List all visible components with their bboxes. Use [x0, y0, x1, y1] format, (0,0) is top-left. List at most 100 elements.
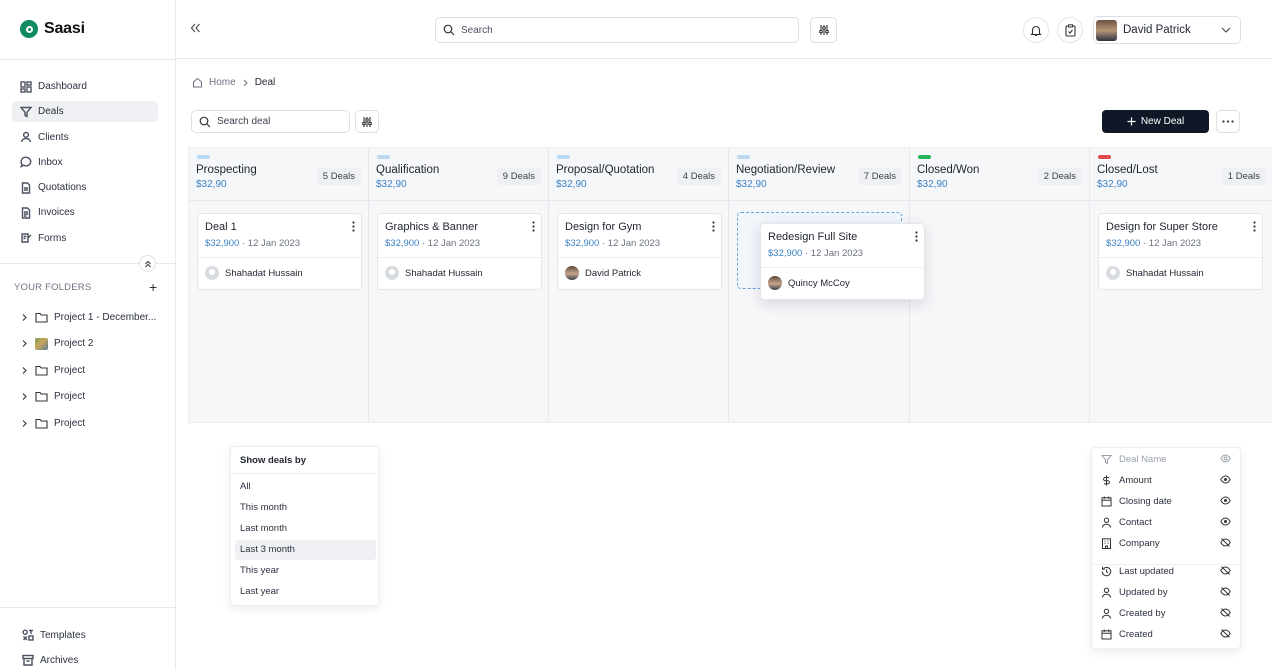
chevron-right-icon[interactable] — [20, 339, 29, 348]
deal-card-dragging[interactable]: Redesign Full Site $32,900 · 12 Jan 2023… — [760, 223, 925, 300]
search-input[interactable] — [461, 24, 781, 36]
deal-card[interactable]: Design for Gym $32,900 · 12 Jan 2023 Dav… — [557, 213, 722, 290]
clipboard-icon — [1064, 23, 1076, 37]
eye-off-icon[interactable] — [1220, 628, 1231, 639]
dropdown-option-selected[interactable]: Last 3 month — [235, 540, 376, 560]
field-item-created[interactable]: Created — [1092, 625, 1240, 643]
column-header[interactable]: Proposal/Quotation $32,90 4 Deals — [549, 148, 728, 201]
user-icon — [1101, 517, 1112, 528]
column-amount: $32,90 — [376, 179, 407, 190]
eye-off-icon[interactable] — [1220, 586, 1231, 597]
sidebar-item-inbox[interactable]: Inbox — [12, 152, 158, 173]
folder-item[interactable]: Project — [20, 414, 170, 432]
field-item-updated-by[interactable]: Updated by — [1092, 583, 1240, 601]
deal-date: · 12 Jan 2023 — [601, 238, 661, 249]
stage-color-bar — [737, 155, 750, 159]
eye-off-icon[interactable] — [1220, 607, 1231, 618]
column-header[interactable]: Prospecting $32,90 5 Deals — [189, 148, 368, 201]
stage-color-bar — [918, 155, 931, 159]
sidebar-item-forms[interactable]: Forms — [12, 228, 158, 249]
sidebar-item-templates[interactable]: Templates — [22, 627, 86, 643]
deal-search-input[interactable] — [217, 116, 342, 127]
field-item-last-updated[interactable]: Last updated — [1092, 562, 1240, 580]
chevron-right-icon[interactable] — [20, 419, 29, 428]
chevron-right-icon[interactable] — [20, 313, 29, 322]
folder-label: Project — [54, 364, 86, 376]
field-label: Amount — [1119, 474, 1152, 486]
deal-owner: Quincy McCoy — [768, 276, 850, 290]
new-deal-label: New Deal — [1140, 116, 1185, 127]
field-item-company[interactable]: Company — [1092, 534, 1240, 552]
deal-filter-button[interactable] — [355, 110, 379, 133]
folder-item[interactable]: Project — [20, 388, 170, 406]
chevron-right-icon[interactable] — [20, 366, 29, 375]
eye-icon[interactable] — [1220, 516, 1231, 527]
field-item-deal-name[interactable]: Deal Name — [1092, 450, 1240, 468]
avatar — [1096, 19, 1117, 41]
kebab-menu-icon[interactable] — [352, 221, 355, 232]
field-item-amount[interactable]: Amount — [1092, 471, 1240, 489]
home-icon[interactable] — [192, 77, 203, 88]
dropdown-option[interactable]: This month — [235, 498, 376, 518]
global-filter-button[interactable] — [810, 17, 837, 43]
deal-card[interactable]: Deal 1 $32,900 · 12 Jan 2023 Shahadat Hu… — [197, 213, 362, 290]
card-divider — [558, 257, 721, 258]
sidebar-bottom-nav: Templates Archives — [22, 627, 86, 670]
deal-owner: Shahadat Hussain — [205, 266, 303, 280]
sidebar-item-invoices[interactable]: Invoices — [12, 202, 158, 223]
collapse-sidebar-button[interactable] — [190, 23, 201, 33]
folder-label: Project — [54, 391, 86, 402]
field-item-closing-date[interactable]: Closing date — [1092, 492, 1240, 510]
tasks-button[interactable] — [1057, 17, 1083, 43]
deal-search[interactable] — [191, 110, 350, 133]
field-item-contact[interactable]: Contact — [1092, 513, 1240, 531]
deal-card[interactable]: Design for Super Store $32,900 · 12 Jan … — [1098, 213, 1263, 290]
eye-off-icon[interactable] — [1220, 565, 1231, 576]
kebab-menu-icon[interactable] — [1253, 221, 1256, 232]
column-title: Qualification — [376, 164, 440, 176]
more-horizontal-icon — [1222, 120, 1234, 123]
kebab-menu-icon[interactable] — [532, 221, 535, 232]
history-icon — [1101, 566, 1112, 576]
top-bar: David Patrick — [176, 0, 1272, 59]
kebab-menu-icon[interactable] — [712, 221, 715, 232]
collapse-section-button[interactable] — [139, 255, 156, 272]
deal-card[interactable]: Graphics & Banner $32,900 · 12 Jan 2023 … — [377, 213, 542, 290]
dropdown-option[interactable]: This year — [235, 561, 376, 581]
eye-icon[interactable] — [1220, 453, 1231, 464]
eye-icon[interactable] — [1220, 495, 1231, 506]
sidebar-item-quotations[interactable]: Quotations — [12, 177, 158, 198]
filter-icon — [20, 106, 32, 118]
pipeline-column: Prospecting $32,90 5 Deals Deal 1 $32,90… — [189, 148, 369, 422]
column-header[interactable]: Qualification $32,90 9 Deals — [369, 148, 548, 201]
more-options-button[interactable] — [1216, 110, 1240, 133]
app-logo[interactable]: Saasi — [20, 20, 85, 38]
global-search[interactable] — [435, 17, 799, 43]
breadcrumb-home[interactable]: Home — [209, 77, 236, 88]
sidebar-item-dashboard[interactable]: Dashboard — [12, 76, 158, 97]
add-folder-button[interactable]: + — [149, 280, 157, 294]
pipeline-column: Proposal/Quotation $32,90 4 Deals Design… — [549, 148, 729, 422]
search-icon — [199, 116, 211, 127]
eye-icon[interactable] — [1220, 474, 1231, 485]
eye-off-icon[interactable] — [1220, 537, 1231, 548]
folder-item[interactable]: Project 1 - December... — [20, 308, 170, 326]
dropdown-option[interactable]: All — [235, 477, 376, 497]
new-deal-button[interactable]: New Deal — [1102, 110, 1209, 133]
user-menu[interactable]: David Patrick — [1093, 16, 1241, 44]
field-item-created-by[interactable]: Created by — [1092, 604, 1240, 622]
folder-item[interactable]: Project 2 — [20, 335, 170, 353]
chevron-right-icon[interactable] — [20, 392, 29, 401]
sidebar-item-archives[interactable]: Archives — [22, 652, 86, 668]
sidebar-item-deals[interactable]: Deals — [12, 101, 158, 123]
column-header[interactable]: Closed/Lost $32,90 1 Deals — [1090, 148, 1272, 201]
folder-item[interactable]: Project — [20, 361, 170, 379]
sidebar-divider — [0, 607, 176, 608]
notifications-button[interactable] — [1023, 17, 1049, 43]
deal-meta: $32,900 · 12 Jan 2023 — [385, 238, 480, 249]
dropdown-option[interactable]: Last year — [235, 582, 376, 602]
column-header[interactable]: Negotiation/Review $32,90 7 Deals — [729, 148, 909, 201]
column-header[interactable]: Closed/Won $32,90 2 Deals — [910, 148, 1089, 201]
dropdown-option[interactable]: Last month — [235, 519, 376, 539]
sidebar-item-clients[interactable]: Clients — [12, 127, 158, 148]
